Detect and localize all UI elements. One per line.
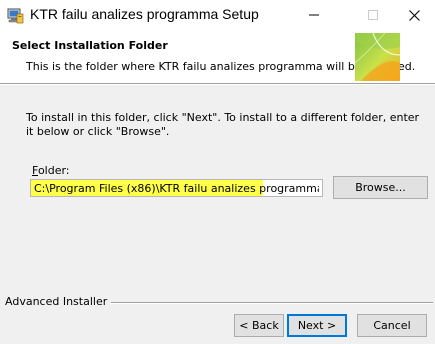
maximize-button[interactable] [352, 0, 394, 30]
installer-logo-icon [355, 33, 400, 81]
brand-row: Advanced Installer [0, 295, 435, 309]
close-button[interactable] [393, 0, 435, 30]
maximize-icon [368, 10, 378, 20]
header-banner: Select Installation Folder This is the f… [0, 30, 435, 83]
instructions-text: To install in this folder, click "Next".… [26, 111, 420, 138]
page-title: Select Installation Folder [12, 39, 168, 52]
dialog-body: To install in this folder, click "Next".… [0, 85, 435, 344]
footer-divider [98, 302, 433, 304]
minimize-icon [309, 14, 319, 16]
close-icon [408, 9, 420, 21]
folder-field [30, 179, 323, 197]
window-title: KTR failu analizes programma Setup [30, 6, 259, 22]
folder-input[interactable] [31, 180, 322, 196]
folder-label: Folder: [32, 164, 70, 177]
brand-label: Advanced Installer [5, 295, 112, 308]
installer-computer-icon [7, 8, 24, 24]
next-button[interactable]: Next > [287, 314, 347, 337]
title-bar: KTR failu analizes programma Setup [0, 0, 435, 30]
cancel-button[interactable]: Cancel [357, 314, 427, 337]
folder-label-text: older: [37, 164, 70, 177]
browse-button[interactable]: Browse... [333, 176, 428, 199]
minimize-button[interactable] [293, 0, 335, 30]
back-button[interactable]: < Back [234, 314, 284, 337]
